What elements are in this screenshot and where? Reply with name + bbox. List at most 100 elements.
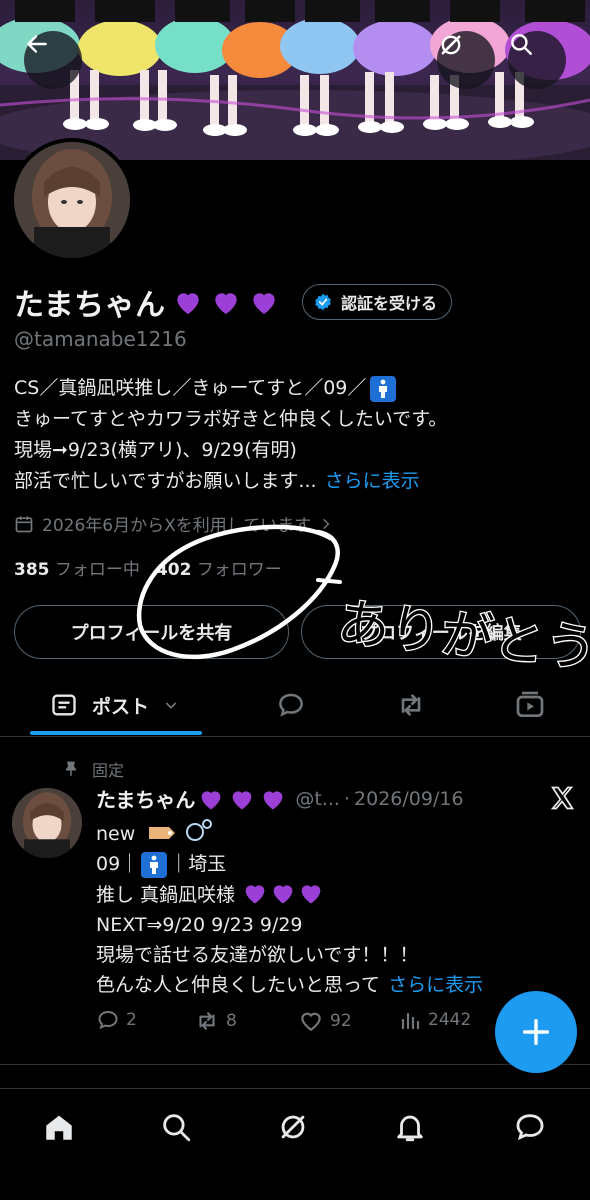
bubbles-icon	[186, 819, 213, 841]
tab-media[interactable]	[514, 674, 546, 736]
post-divider	[0, 1064, 590, 1065]
pinned-label: 固定	[92, 761, 125, 780]
nav-search[interactable]	[156, 1107, 196, 1147]
verify-label: 認証を受ける	[341, 294, 438, 313]
like-count: 92	[330, 1011, 352, 1031]
back-button[interactable]	[24, 31, 82, 89]
following-label: フォロー中	[54, 560, 140, 580]
tag-icon	[149, 827, 176, 839]
active-tab-indicator	[30, 731, 202, 735]
edit-profile-button[interactable]: プロフィールを編集	[301, 605, 581, 659]
nav-notifications[interactable]	[390, 1107, 430, 1147]
search-icon	[163, 1114, 191, 1142]
purple-heart-icon	[176, 293, 199, 314]
joined-date[interactable]: 2026年6月からXを利用しています	[14, 511, 333, 536]
views-count: 2442	[428, 1010, 472, 1030]
bell-icon	[397, 1115, 423, 1142]
nav-home[interactable]	[39, 1107, 79, 1147]
person-standing-icon	[141, 852, 168, 878]
followers-link[interactable]: 402 フォロワー	[156, 560, 282, 580]
message-bubble-icon	[516, 1114, 544, 1141]
nav-messages[interactable]	[510, 1107, 550, 1147]
pinned-indicator: 固定	[62, 757, 124, 781]
pin-icon	[65, 761, 77, 776]
profile-handle: @tamanabe1216	[14, 327, 187, 351]
post-text[interactable]: new 09｜ ｜埼玉 推し 真鍋凪咲様 NEXT⇒9/20 9/23 9/29 …	[96, 818, 566, 1000]
repost-count: 8	[226, 1011, 237, 1031]
post-show-more-link[interactable]: さらに表示	[388, 974, 483, 996]
chevron-down-icon	[165, 702, 177, 709]
bio-text-1: CS／真鍋凪咲推し／きゅーてすと／09／	[14, 377, 367, 399]
chevron-right-icon	[323, 518, 330, 529]
repost-button[interactable]: 8	[194, 1008, 237, 1034]
person-standing-icon	[370, 376, 397, 402]
name-hearts	[172, 286, 280, 318]
bio-text-4: 部活で忙しいですがお願いします...	[14, 470, 317, 492]
reply-icon	[98, 1010, 118, 1030]
post-line-2: 09｜ ｜埼玉	[96, 849, 566, 879]
grok-icon	[441, 35, 461, 55]
post-line-6-text: 色んな人と仲良くしたいと思って	[96, 974, 381, 996]
bio-line-1: CS／真鍋凪咲推し／きゅーてすと／09／	[14, 373, 580, 404]
post-line-1: new	[96, 818, 566, 849]
nav-grok[interactable]	[273, 1107, 313, 1147]
follow-stats: 385 フォロー中 402 フォロワー	[14, 555, 282, 580]
calendar-icon	[15, 516, 33, 532]
post-line-5: 現場で話せる友達が欲しいです！！！	[96, 944, 419, 966]
posts-tab-icon	[52, 694, 76, 716]
post-author-avatar[interactable]	[12, 788, 82, 858]
bottom-navigation	[0, 1088, 590, 1200]
avatar-image	[14, 142, 130, 258]
display-name-row: たまちゃん	[14, 280, 280, 324]
post-date: 2026/09/16	[354, 787, 464, 810]
grok-button[interactable]	[437, 31, 495, 89]
post-line-2a: 09｜	[96, 853, 140, 875]
purple-heart-icon	[245, 885, 265, 904]
edit-profile-label: プロフィールを編集	[360, 623, 522, 644]
verified-badge-icon	[315, 293, 331, 311]
profile-bio: CS／真鍋凪咲推し／きゅーてすと／09／ きゅーてすとやカワラボ好きと仲良くした…	[14, 373, 580, 497]
reply-button[interactable]: 2	[96, 1008, 137, 1032]
joined-text: 2026年6月からXを利用しています	[42, 516, 312, 536]
profile-banner[interactable]	[0, 0, 590, 160]
post-actions: 2 8 92 2442	[96, 1008, 496, 1038]
post-line-6: 色んな人と仲良くしたいと思って さらに表示	[96, 970, 566, 1000]
compose-post-button[interactable]	[495, 991, 577, 1073]
repost-icon	[401, 694, 421, 716]
heart-icon	[301, 1012, 321, 1031]
bio-show-more-link[interactable]: さらに表示	[325, 470, 420, 492]
bio-line-3: 現場➞9/23(横アリ)、9/29(有明)	[14, 439, 297, 461]
video-icon	[516, 691, 544, 717]
views-button[interactable]: 2442	[398, 1008, 471, 1032]
followers-label: フォロワー	[196, 560, 282, 580]
post-header: たまちゃん @t... · 2026/09/16	[96, 784, 464, 813]
post-author-name[interactable]: たまちゃん	[96, 784, 195, 813]
post-line-3: 推し 真鍋凪咲様	[96, 879, 566, 910]
purple-heart-icon	[252, 293, 275, 314]
search-button[interactable]	[508, 31, 566, 89]
like-button[interactable]: 92	[298, 1008, 352, 1034]
purple-heart-icon	[214, 293, 237, 314]
views-icon	[401, 1012, 420, 1030]
tabs-divider	[0, 736, 590, 737]
reply-bubble-icon	[279, 693, 303, 717]
post-line-2b: ｜埼玉	[169, 853, 227, 875]
following-link[interactable]: 385 フォロー中	[14, 560, 140, 580]
post-line-1-text: new	[96, 823, 136, 845]
tab-posts[interactable]: ポスト	[50, 674, 179, 736]
bio-line-2: きゅーてすとやカワラボ好きと仲良くしたいです。	[14, 408, 448, 430]
share-profile-button[interactable]: プロフィールを共有	[14, 605, 289, 659]
post-line-3-text: 推し 真鍋凪咲様	[96, 884, 236, 906]
purple-heart-icon	[273, 885, 293, 904]
followers-count: 402	[155, 560, 192, 580]
profile-avatar[interactable]	[10, 138, 134, 262]
post-avatar-image	[12, 788, 82, 858]
post-name-hearts	[197, 785, 287, 813]
get-verified-button[interactable]: 認証を受ける	[302, 284, 453, 320]
arrow-left-icon	[27, 35, 47, 53]
x-logo-icon	[548, 784, 576, 816]
purple-heart-icon	[202, 790, 221, 809]
tab-replies[interactable]	[276, 674, 306, 736]
share-profile-label: プロフィールを共有	[70, 623, 233, 644]
tab-reposts[interactable]	[395, 674, 427, 736]
